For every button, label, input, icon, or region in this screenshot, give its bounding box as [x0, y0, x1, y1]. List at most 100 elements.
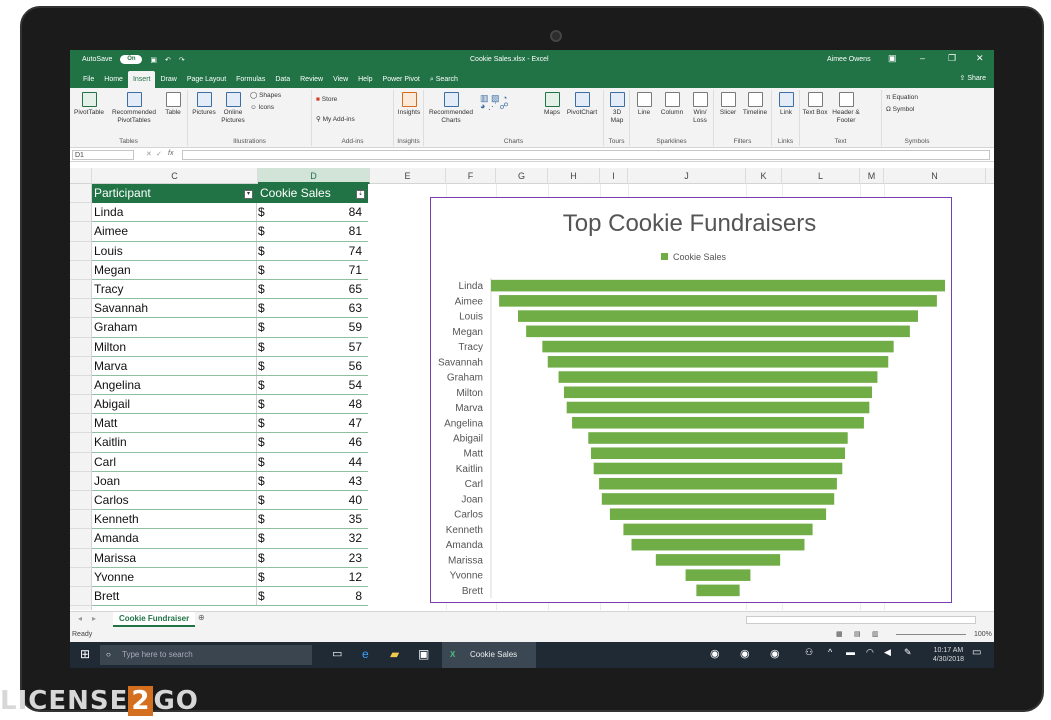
currency-cell[interactable]: $: [258, 493, 265, 507]
participant-cell[interactable]: Brett: [94, 589, 254, 603]
participant-cell[interactable]: Aimee: [94, 224, 254, 238]
link-button[interactable]: Link: [774, 92, 798, 117]
redo-icon[interactable]: ↷: [179, 56, 185, 64]
chart-types-icon[interactable]: ▥ ▧ ◔ ◕ ⋰ ☍: [480, 94, 540, 111]
currency-cell[interactable]: $: [258, 589, 265, 603]
normal-view-icon[interactable]: ▦: [836, 630, 843, 638]
participant-cell[interactable]: Graham: [94, 320, 254, 334]
sales-cell[interactable]: 65: [349, 282, 362, 296]
table-row[interactable]: Amanda $32: [92, 529, 368, 549]
currency-cell[interactable]: $: [258, 244, 265, 258]
row-header[interactable]: [70, 222, 91, 242]
task-view-icon[interactable]: ▭: [332, 647, 342, 660]
wifi-icon[interactable]: ◠: [866, 647, 874, 658]
maps-button[interactable]: Maps: [542, 92, 562, 117]
table-row[interactable]: Linda $84: [92, 203, 368, 223]
symbol-button[interactable]: Ω Symbol: [886, 106, 950, 114]
undo-icon[interactable]: ↶: [165, 56, 171, 64]
sales-cell[interactable]: 57: [349, 340, 362, 354]
column-header-d[interactable]: D: [258, 168, 370, 184]
pen-icon[interactable]: ✎: [904, 647, 912, 658]
column-header-c[interactable]: C: [92, 168, 258, 184]
row-header[interactable]: [70, 510, 91, 530]
table-row[interactable]: Marva $56: [92, 356, 368, 376]
row-header[interactable]: [70, 261, 91, 280]
table-row[interactable]: Brett $8: [92, 586, 368, 607]
currency-cell[interactable]: $: [258, 455, 265, 469]
sales-cell[interactable]: 56: [349, 359, 362, 373]
row-header[interactable]: [70, 357, 91, 376]
row-header[interactable]: [70, 549, 91, 568]
user-name[interactable]: Aimee Owens: [827, 56, 871, 63]
cancel-icon[interactable]: ✕: [146, 150, 152, 158]
currency-cell[interactable]: $: [258, 512, 265, 526]
sales-cell[interactable]: 46: [349, 435, 362, 449]
action-center-icon[interactable]: ▭: [972, 647, 981, 658]
table-row[interactable]: Marissa $23: [92, 548, 368, 568]
sales-cell[interactable]: 43: [349, 474, 362, 488]
table-row[interactable]: Tracy $65: [92, 279, 368, 300]
table-button[interactable]: Table: [162, 92, 184, 117]
insights-button[interactable]: Insights: [395, 92, 423, 117]
filter-dropdown-icon[interactable]: ▾: [244, 190, 253, 199]
table-row[interactable]: Joan $43: [92, 471, 368, 491]
save-icon[interactable]: ▣: [150, 56, 157, 64]
column-header-e[interactable]: E: [370, 168, 446, 184]
sales-cell[interactable]: 48: [349, 397, 362, 411]
recommended-charts-button[interactable]: Recommended Charts: [426, 92, 476, 125]
tell-me-search[interactable]: ⌕ Search: [425, 71, 463, 88]
sales-cell[interactable]: 23: [349, 551, 362, 565]
table-row[interactable]: Megan $71: [92, 260, 368, 280]
row-header[interactable]: [70, 472, 91, 491]
table-row[interactable]: Abigail $48: [92, 395, 368, 415]
add-sheet-icon[interactable]: ⊕: [198, 613, 205, 622]
page-layout-view-icon[interactable]: ▤: [854, 630, 861, 638]
timeline-button[interactable]: Timeline: [740, 92, 770, 117]
equation-button[interactable]: π Equation: [886, 94, 950, 102]
currency-cell[interactable]: $: [258, 531, 265, 545]
slicer-button[interactable]: Slicer: [716, 92, 740, 117]
contact-avatar[interactable]: ◉: [710, 647, 720, 660]
ribbon-display-icon[interactable]: ▣: [888, 53, 897, 64]
row-header[interactable]: [70, 395, 91, 415]
row-header[interactable]: [70, 280, 91, 300]
header-footer-button[interactable]: Header & Footer: [828, 92, 864, 125]
tab-help[interactable]: Help: [353, 71, 377, 88]
column-header-n[interactable]: N: [884, 168, 986, 184]
table-row[interactable]: Milton $57: [92, 337, 368, 357]
sheet-next-icon[interactable]: ▸: [92, 614, 96, 623]
enter-icon[interactable]: ✓: [156, 150, 162, 158]
column-header-l[interactable]: L: [782, 168, 860, 184]
currency-cell[interactable]: $: [258, 320, 265, 334]
page-break-view-icon[interactable]: ▥: [872, 630, 879, 638]
autosave-toggle[interactable]: On: [120, 55, 143, 64]
tab-home[interactable]: Home: [99, 71, 128, 88]
sales-cell[interactable]: 40: [349, 493, 362, 507]
participant-cell[interactable]: Yvonne: [94, 570, 254, 584]
row-header[interactable]: [70, 338, 91, 357]
currency-cell[interactable]: $: [258, 282, 265, 296]
pivotchart-button[interactable]: PivotChart: [564, 92, 600, 117]
sales-cell[interactable]: 71: [349, 263, 362, 277]
taskbar-excel-button[interactable]: X Cookie Sales: [442, 642, 536, 668]
sales-cell[interactable]: 35: [349, 512, 362, 526]
participant-cell[interactable]: Louis: [94, 244, 254, 258]
column-header-h[interactable]: H: [548, 168, 600, 184]
table-row[interactable]: Savannah $63: [92, 299, 368, 319]
row-header[interactable]: [70, 318, 91, 338]
row-header[interactable]: [70, 242, 91, 261]
table-row[interactable]: Carl $44: [92, 452, 368, 472]
participant-cell[interactable]: Milton: [94, 340, 254, 354]
insert-function-icon[interactable]: fx: [168, 150, 173, 157]
icons-button[interactable]: ☺ Icons: [250, 104, 300, 112]
name-box[interactable]: D1: [72, 150, 134, 160]
participant-cell[interactable]: Angelina: [94, 378, 254, 392]
currency-cell[interactable]: $: [258, 301, 265, 315]
sales-cell[interactable]: 54: [349, 378, 362, 392]
participant-cell[interactable]: Marva: [94, 359, 254, 373]
column-header-f[interactable]: F: [446, 168, 496, 184]
textbox-button[interactable]: Text Box: [802, 92, 828, 117]
column-header-k[interactable]: K: [746, 168, 782, 184]
tab-formulas[interactable]: Formulas: [231, 71, 270, 88]
table-row[interactable]: Yvonne $12: [92, 567, 368, 587]
